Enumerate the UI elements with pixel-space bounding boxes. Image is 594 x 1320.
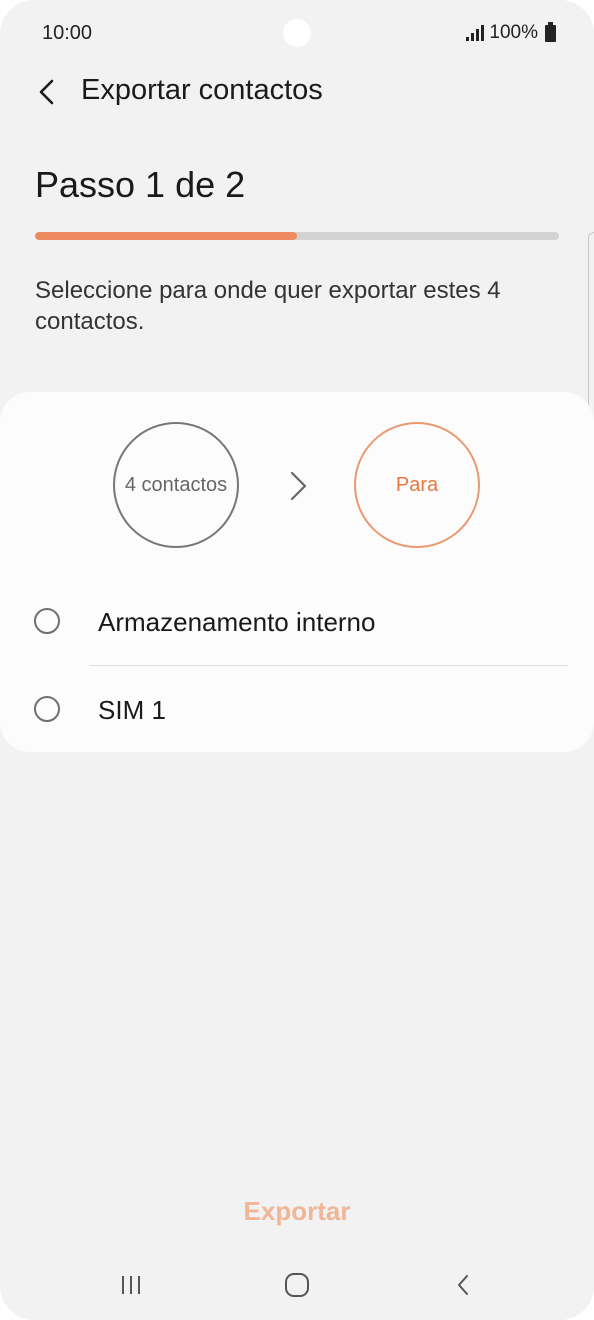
divider bbox=[90, 665, 568, 666]
status-bar: 10:00 100% bbox=[0, 0, 594, 68]
progress-fill bbox=[35, 232, 297, 240]
home-button[interactable] bbox=[267, 1260, 327, 1310]
export-target-card: 4 contactos Para Armazenamento interno S… bbox=[0, 392, 594, 752]
target-circle: Para bbox=[354, 422, 480, 548]
radio-button[interactable] bbox=[34, 608, 60, 634]
scroll-indicator[interactable] bbox=[588, 232, 594, 424]
navigation-bar bbox=[0, 1250, 594, 1320]
status-time: 10:00 bbox=[42, 22, 93, 44]
export-button[interactable]: Exportar bbox=[197, 1188, 397, 1234]
back-button[interactable] bbox=[26, 72, 66, 112]
recent-apps-button[interactable] bbox=[101, 1260, 161, 1310]
signal-icon bbox=[466, 25, 485, 41]
home-icon bbox=[285, 1273, 309, 1297]
battery-icon bbox=[545, 21, 556, 42]
option-label: SIM 1 bbox=[98, 695, 166, 725]
source-circle: 4 contactos bbox=[113, 422, 239, 548]
description-text: Seleccione para onde quer exportar estes… bbox=[35, 277, 501, 335]
option-label: Armazenamento interno bbox=[98, 607, 376, 637]
option-internal-storage[interactable]: Armazenamento interno bbox=[0, 580, 594, 666]
chevron-right-icon bbox=[290, 471, 307, 501]
camera-cutout bbox=[283, 19, 311, 47]
phone-screen: 10:00 100% Exportar contactos Passo 1 de… bbox=[0, 0, 594, 1320]
app-header: Exportar contactos bbox=[0, 64, 594, 120]
back-icon bbox=[458, 1275, 468, 1295]
page-title: Exportar contactos bbox=[81, 74, 323, 106]
progress-bar bbox=[35, 232, 559, 240]
recent-apps-icon bbox=[122, 1276, 140, 1294]
chevron-left-icon bbox=[39, 79, 54, 105]
option-sim-1[interactable]: SIM 1 bbox=[0, 668, 594, 754]
source-label: 4 contactos bbox=[124, 473, 228, 496]
battery-level: 100% bbox=[489, 22, 538, 43]
status-indicators: 100% bbox=[466, 21, 556, 44]
radio-button[interactable] bbox=[34, 696, 60, 722]
target-label: Para bbox=[395, 473, 439, 496]
step-title: Passo 1 de 2 bbox=[35, 164, 246, 205]
nav-back-button[interactable] bbox=[433, 1260, 493, 1310]
